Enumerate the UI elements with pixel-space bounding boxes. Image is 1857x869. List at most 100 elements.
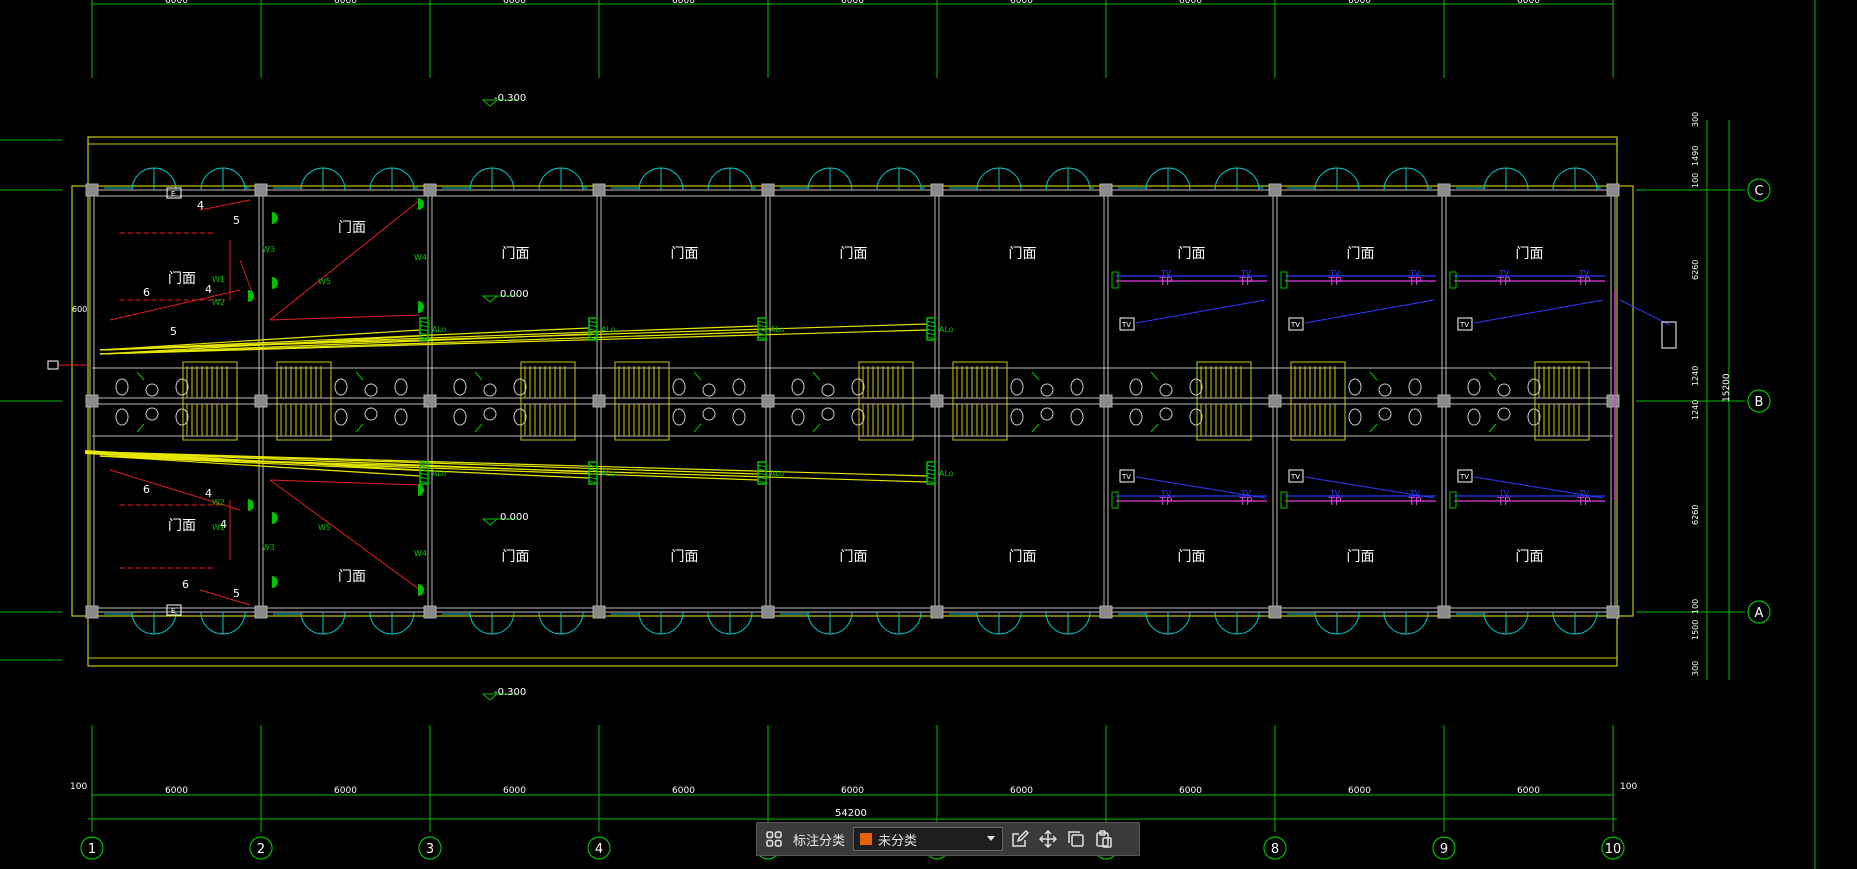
elevation-label-floor-1: 0.000 — [500, 289, 529, 300]
panel-hatch — [926, 472, 936, 476]
circuit-label: W4 — [414, 253, 427, 262]
door-swing-top — [1483, 167, 1507, 191]
room-label: 门面 — [671, 549, 699, 565]
door-swing-top — [153, 167, 177, 191]
room-label: 门面 — [338, 220, 366, 236]
axis-label: 8 — [1271, 842, 1279, 857]
wire-count: 6 — [143, 483, 150, 496]
door-swing-top — [660, 167, 684, 191]
panel-label: ALo — [432, 325, 447, 334]
socket-outlet — [418, 198, 424, 210]
tp-outlet — [1111, 491, 1119, 509]
column — [423, 394, 437, 408]
washbasin — [1378, 407, 1392, 421]
door-swing-bottom — [469, 611, 493, 635]
axis-label-right: C — [1754, 184, 1763, 199]
tv-label: TV — [1409, 489, 1421, 498]
panel-hatch — [926, 480, 936, 484]
washbasin — [364, 407, 378, 421]
circuit-label: W4 — [414, 549, 427, 558]
paste-icon[interactable] — [1093, 828, 1115, 850]
dim-text-right: 6260 — [1691, 505, 1700, 525]
move-icon[interactable] — [1037, 828, 1059, 850]
tv-label: TV — [1578, 269, 1590, 278]
door-swing-bottom — [369, 611, 393, 635]
column — [592, 394, 606, 408]
door-swing-bottom — [829, 611, 853, 635]
socket-outlet — [272, 277, 278, 289]
room-label: 门面 — [1009, 246, 1037, 262]
room-label: 门面 — [1178, 246, 1206, 262]
toilet-fixture — [791, 408, 805, 426]
toilet-fixture — [175, 378, 189, 396]
door-swing-top — [560, 167, 584, 191]
door-swing-bottom — [998, 611, 1022, 635]
column — [1099, 183, 1113, 197]
washbasin — [364, 383, 378, 397]
category-select-value: 未分类 — [878, 833, 918, 849]
toilet-fixture — [453, 378, 467, 396]
copy-icon[interactable] — [1065, 828, 1087, 850]
tv-branch — [1473, 299, 1604, 324]
tv-branch — [1304, 299, 1435, 324]
door-swing-bottom — [131, 611, 155, 635]
door-swing-top — [538, 167, 562, 191]
branch-wire — [199, 199, 251, 211]
washbasin — [821, 383, 835, 397]
door-swing-bottom — [391, 611, 415, 635]
column — [761, 394, 775, 408]
washbasin — [1497, 383, 1511, 397]
toilet-fixture — [791, 378, 805, 396]
branch-wire — [269, 199, 421, 321]
wire-count: 5 — [170, 325, 177, 338]
annotation-category-label: 标注分类 — [793, 833, 846, 849]
toilet-fixture — [175, 408, 189, 426]
dim-text-right: 6260 — [1691, 260, 1700, 280]
annotation-category-select[interactable]: 未分类 — [853, 827, 1004, 851]
stair-outline — [182, 361, 238, 441]
tp-outlet — [1280, 491, 1288, 509]
column — [930, 183, 944, 197]
cad-drawing-canvas[interactable]: 1234567891060006000600060006000600060006… — [0, 0, 1857, 869]
washbasin — [1497, 407, 1511, 421]
dim-text-bottom: 6000 — [1010, 786, 1033, 796]
washbasin — [821, 407, 835, 421]
room-label: 门面 — [1347, 246, 1375, 262]
washbasin — [1040, 407, 1054, 421]
toilet-fixture — [115, 378, 129, 396]
dim-text-right: 100 — [1691, 599, 1700, 614]
toilet-fixture — [672, 378, 686, 396]
door-swing-top — [369, 167, 393, 191]
toilet-fixture — [1010, 408, 1024, 426]
dim-text-top: 6000 — [841, 0, 864, 6]
door-swing-top — [469, 167, 493, 191]
door-swing-top — [1067, 167, 1091, 191]
door-swing-top — [322, 167, 346, 191]
light-fixture — [1488, 423, 1497, 433]
dim-text-top: 6000 — [672, 0, 695, 6]
panel-hatch — [757, 472, 767, 476]
door-swing-bottom — [1483, 611, 1507, 635]
column — [1606, 605, 1620, 619]
light-fixture — [1031, 371, 1040, 381]
panel-hatch — [419, 324, 429, 328]
tv-outlet-label: TV — [1121, 473, 1131, 481]
column — [1268, 605, 1282, 619]
washbasin — [145, 407, 159, 421]
toilet-fixture — [394, 408, 408, 426]
canopy-outline — [87, 136, 1618, 667]
column — [592, 605, 606, 619]
axis-label: 1 — [88, 842, 96, 857]
toilet-fixture — [1010, 378, 1024, 396]
washbasin — [1378, 383, 1392, 397]
tv-branch — [1135, 299, 1266, 324]
panel-hatch — [926, 332, 936, 336]
light-fixture — [1488, 371, 1497, 381]
service-entry — [1619, 299, 1671, 326]
door-swing-bottom — [1145, 611, 1169, 635]
grid-icon[interactable] — [763, 828, 785, 850]
room-label: 门面 — [1347, 549, 1375, 565]
light-fixture — [1369, 371, 1378, 381]
toilet-fixture — [732, 408, 746, 426]
edit-icon[interactable] — [1009, 828, 1031, 850]
